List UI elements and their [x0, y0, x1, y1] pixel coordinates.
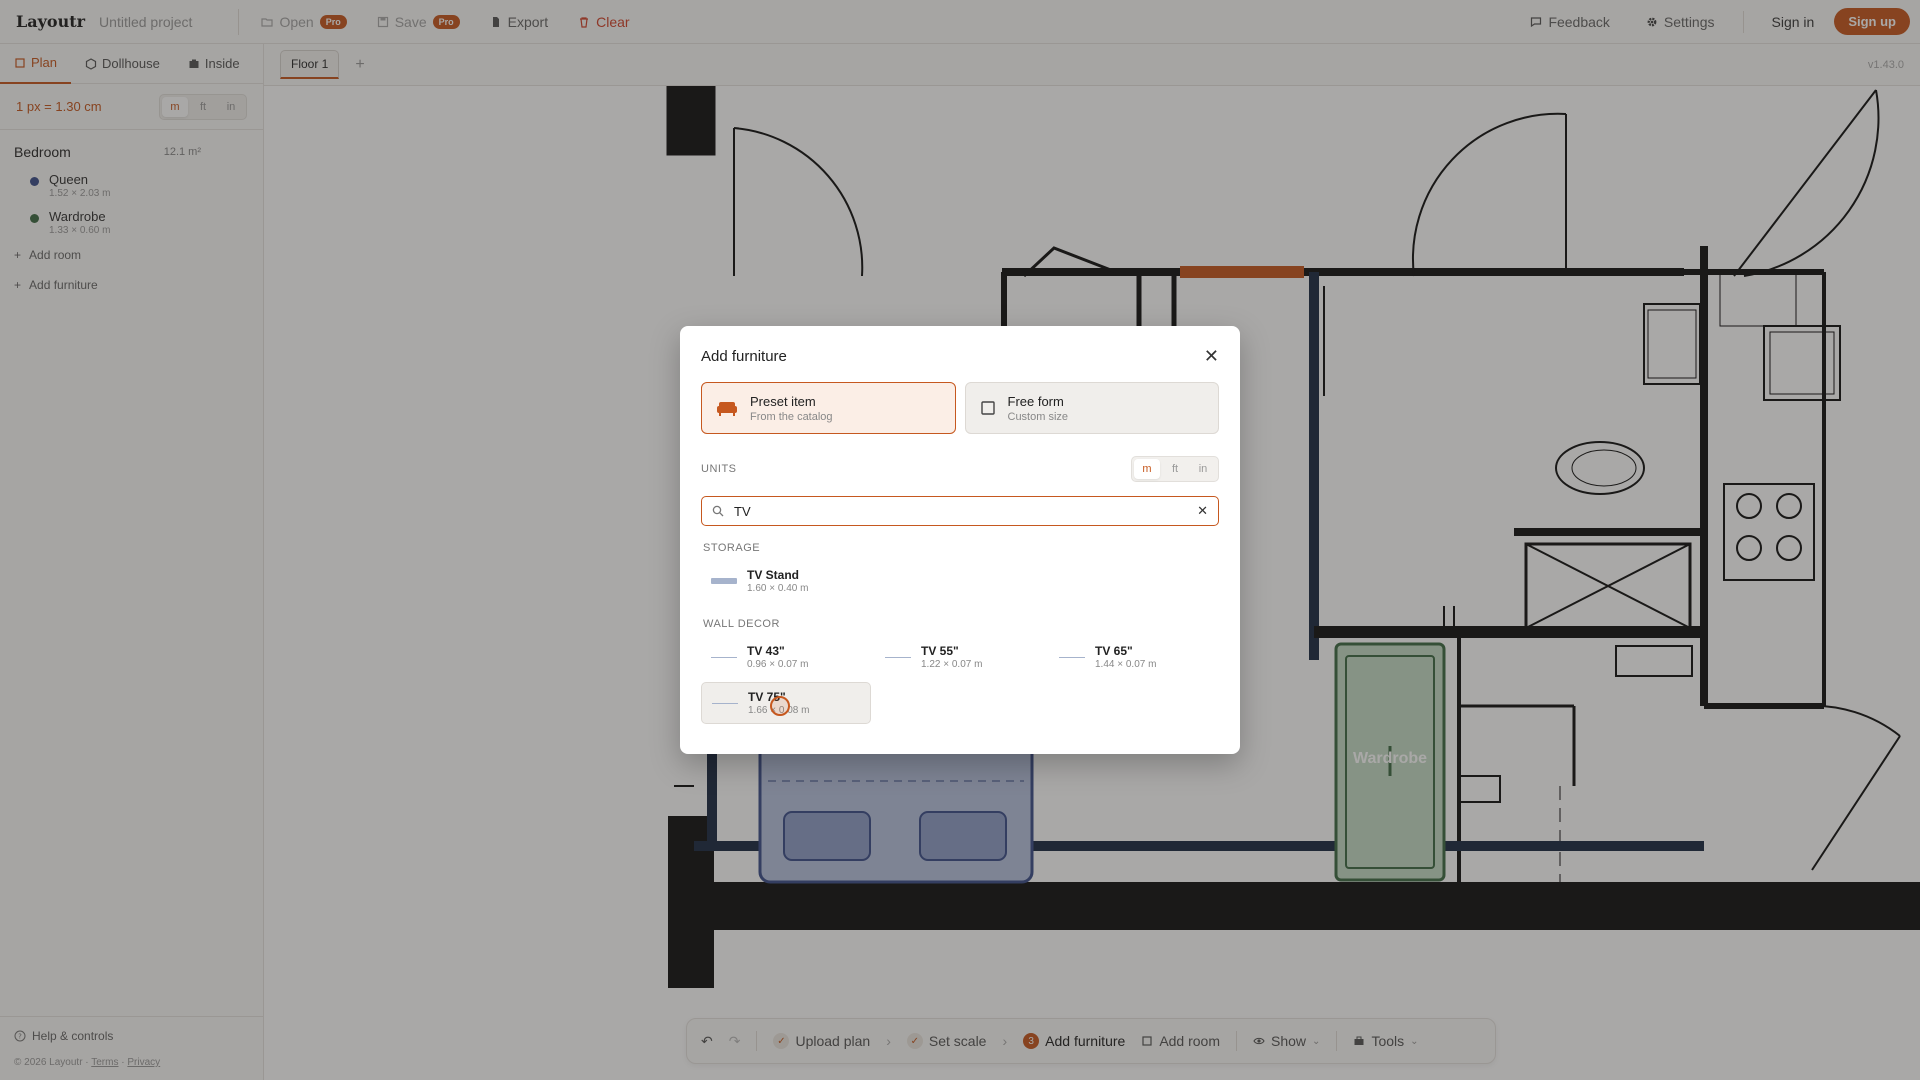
- category-heading: WALL DECOR: [703, 618, 780, 630]
- units-label: UNITS: [701, 463, 737, 475]
- tv-icon: [712, 702, 738, 704]
- dialog-title: Add furniture: [701, 347, 787, 365]
- search-input[interactable]: [734, 503, 1188, 519]
- result-dims: 1.22 × 0.07 m: [921, 659, 983, 670]
- result-name: TV 55": [921, 644, 959, 658]
- result-name: TV 65": [1095, 644, 1133, 658]
- result-dims: 1.44 × 0.07 m: [1095, 659, 1157, 670]
- result-name: TV 43": [747, 644, 785, 658]
- free-form-option[interactable]: Free form Custom size: [964, 382, 1219, 434]
- option-subtitle: From the catalog: [750, 410, 833, 423]
- tv-stand-icon: [711, 578, 737, 584]
- result-item[interactable]: TV 65" 1.44 × 0.07 m: [1049, 636, 1219, 678]
- category-heading: STORAGE: [703, 542, 761, 554]
- result-item[interactable]: TV Stand 1.60 × 0.40 m: [701, 560, 871, 602]
- option-title: Free form: [1007, 393, 1064, 409]
- preset-item-option[interactable]: Preset item From the catalog: [701, 382, 956, 434]
- result-dims: 1.60 × 0.40 m: [747, 583, 809, 594]
- sofa-icon: [717, 402, 737, 416]
- square-icon: [980, 401, 995, 415]
- unit-ft[interactable]: ft: [1162, 459, 1188, 479]
- result-name: TV Stand: [747, 568, 800, 582]
- mouse-cursor: [770, 696, 790, 716]
- close-icon[interactable]: ✕: [1204, 346, 1219, 367]
- result-dims: 0.96 × 0.07 m: [747, 659, 809, 670]
- tv-icon: [885, 656, 911, 658]
- dialog-header: Add furniture ✕: [701, 326, 1219, 382]
- clear-search-icon[interactable]: ✕: [1197, 503, 1208, 519]
- result-item[interactable]: TV 55" 1.22 × 0.07 m: [875, 636, 1045, 678]
- units-row: UNITS m ft in: [701, 456, 1219, 482]
- tv-icon: [1059, 656, 1085, 658]
- option-title: Preset item: [750, 393, 816, 409]
- mode-selector: Preset item From the catalog Free form C…: [701, 382, 1219, 434]
- unit-in[interactable]: in: [1190, 459, 1216, 479]
- option-subtitle: Custom size: [1007, 410, 1069, 423]
- results-storage: TV Stand 1.60 × 0.40 m: [701, 560, 1219, 602]
- unit-m[interactable]: m: [1134, 459, 1160, 479]
- add-furniture-dialog: Add furniture ✕ Preset item From the cat…: [680, 326, 1240, 754]
- unit-toggle: m ft in: [1131, 456, 1219, 482]
- result-item[interactable]: TV 43" 0.96 × 0.07 m: [701, 636, 871, 678]
- tv-icon: [711, 656, 737, 658]
- search-box: ✕: [701, 496, 1219, 526]
- search-icon: [712, 505, 724, 517]
